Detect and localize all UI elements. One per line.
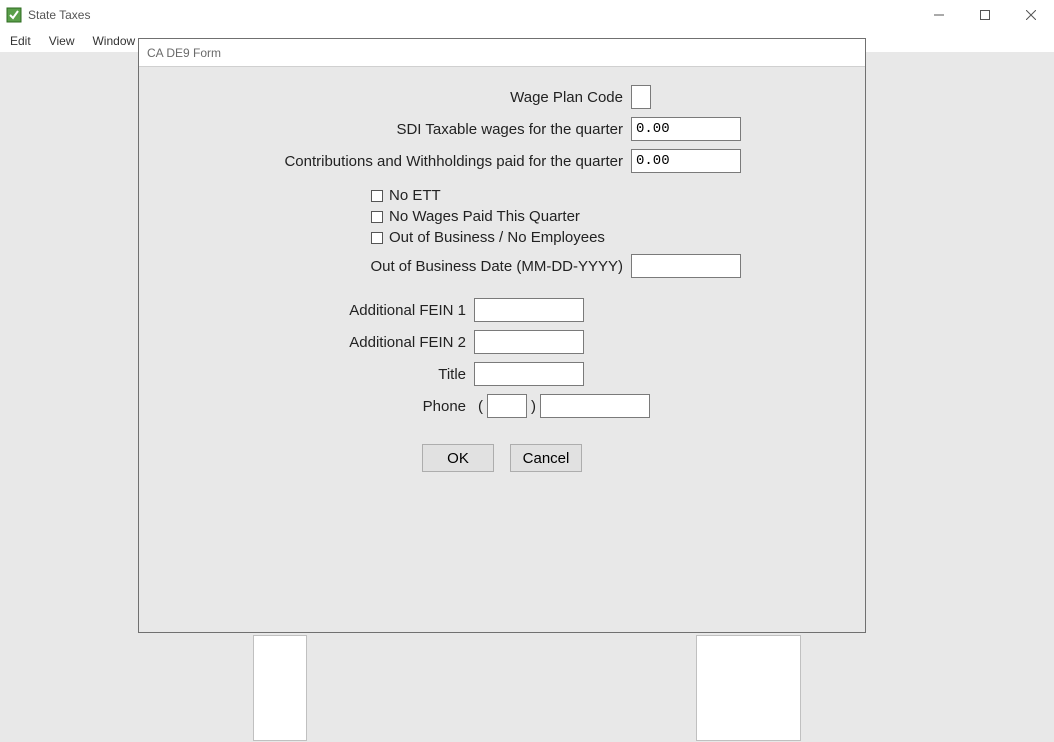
phone-area-input[interactable] (487, 394, 527, 418)
no-wages-checkbox[interactable] (371, 211, 383, 223)
menu-edit[interactable]: Edit (6, 32, 41, 50)
wage-plan-code-input[interactable] (631, 85, 651, 109)
sdi-taxable-input[interactable] (631, 117, 741, 141)
wage-plan-code-label: Wage Plan Code (139, 89, 631, 106)
title-field-label: Title (139, 366, 474, 383)
out-of-business-checkbox[interactable] (371, 232, 383, 244)
dialog-ca-de9-form: CA DE9 Form Wage Plan Code SDI Taxable w… (138, 38, 866, 633)
background-panel (253, 635, 307, 741)
ok-button[interactable]: OK (422, 444, 494, 472)
minimize-button[interactable] (916, 0, 962, 30)
window-title: State Taxes (28, 8, 90, 22)
fein1-input[interactable] (474, 298, 584, 322)
fein2-input[interactable] (474, 330, 584, 354)
background-panel (696, 635, 801, 741)
out-of-business-label: Out of Business / No Employees (389, 229, 605, 246)
dialog-body: Wage Plan Code SDI Taxable wages for the… (139, 67, 865, 472)
oob-date-input[interactable] (631, 254, 741, 278)
workspace: CA DE9 Form Wage Plan Code SDI Taxable w… (0, 52, 1054, 742)
menu-view[interactable]: View (45, 32, 85, 50)
contributions-input[interactable] (631, 149, 741, 173)
phone-open-paren: ( (478, 398, 483, 415)
no-ett-checkbox[interactable] (371, 190, 383, 202)
contributions-label: Contributions and Withholdings paid for … (139, 153, 631, 170)
oob-date-label: Out of Business Date (MM-DD-YYYY) (139, 258, 631, 275)
close-button[interactable] (1008, 0, 1054, 30)
fein2-label: Additional FEIN 2 (139, 334, 474, 351)
title-field-input[interactable] (474, 362, 584, 386)
phone-number-input[interactable] (540, 394, 650, 418)
no-wages-label: No Wages Paid This Quarter (389, 208, 580, 225)
dialog-title: CA DE9 Form (139, 39, 865, 67)
no-ett-label: No ETT (389, 187, 441, 204)
cancel-button[interactable]: Cancel (510, 444, 582, 472)
menu-window[interactable]: Window (88, 32, 145, 50)
sdi-taxable-label: SDI Taxable wages for the quarter (139, 121, 631, 138)
window-controls (916, 0, 1054, 30)
phone-label: Phone (139, 398, 474, 415)
phone-close-paren: ) (531, 398, 536, 415)
app-icon (6, 7, 22, 23)
fein1-label: Additional FEIN 1 (139, 302, 474, 319)
maximize-button[interactable] (962, 0, 1008, 30)
title-bar: State Taxes (0, 0, 1054, 30)
